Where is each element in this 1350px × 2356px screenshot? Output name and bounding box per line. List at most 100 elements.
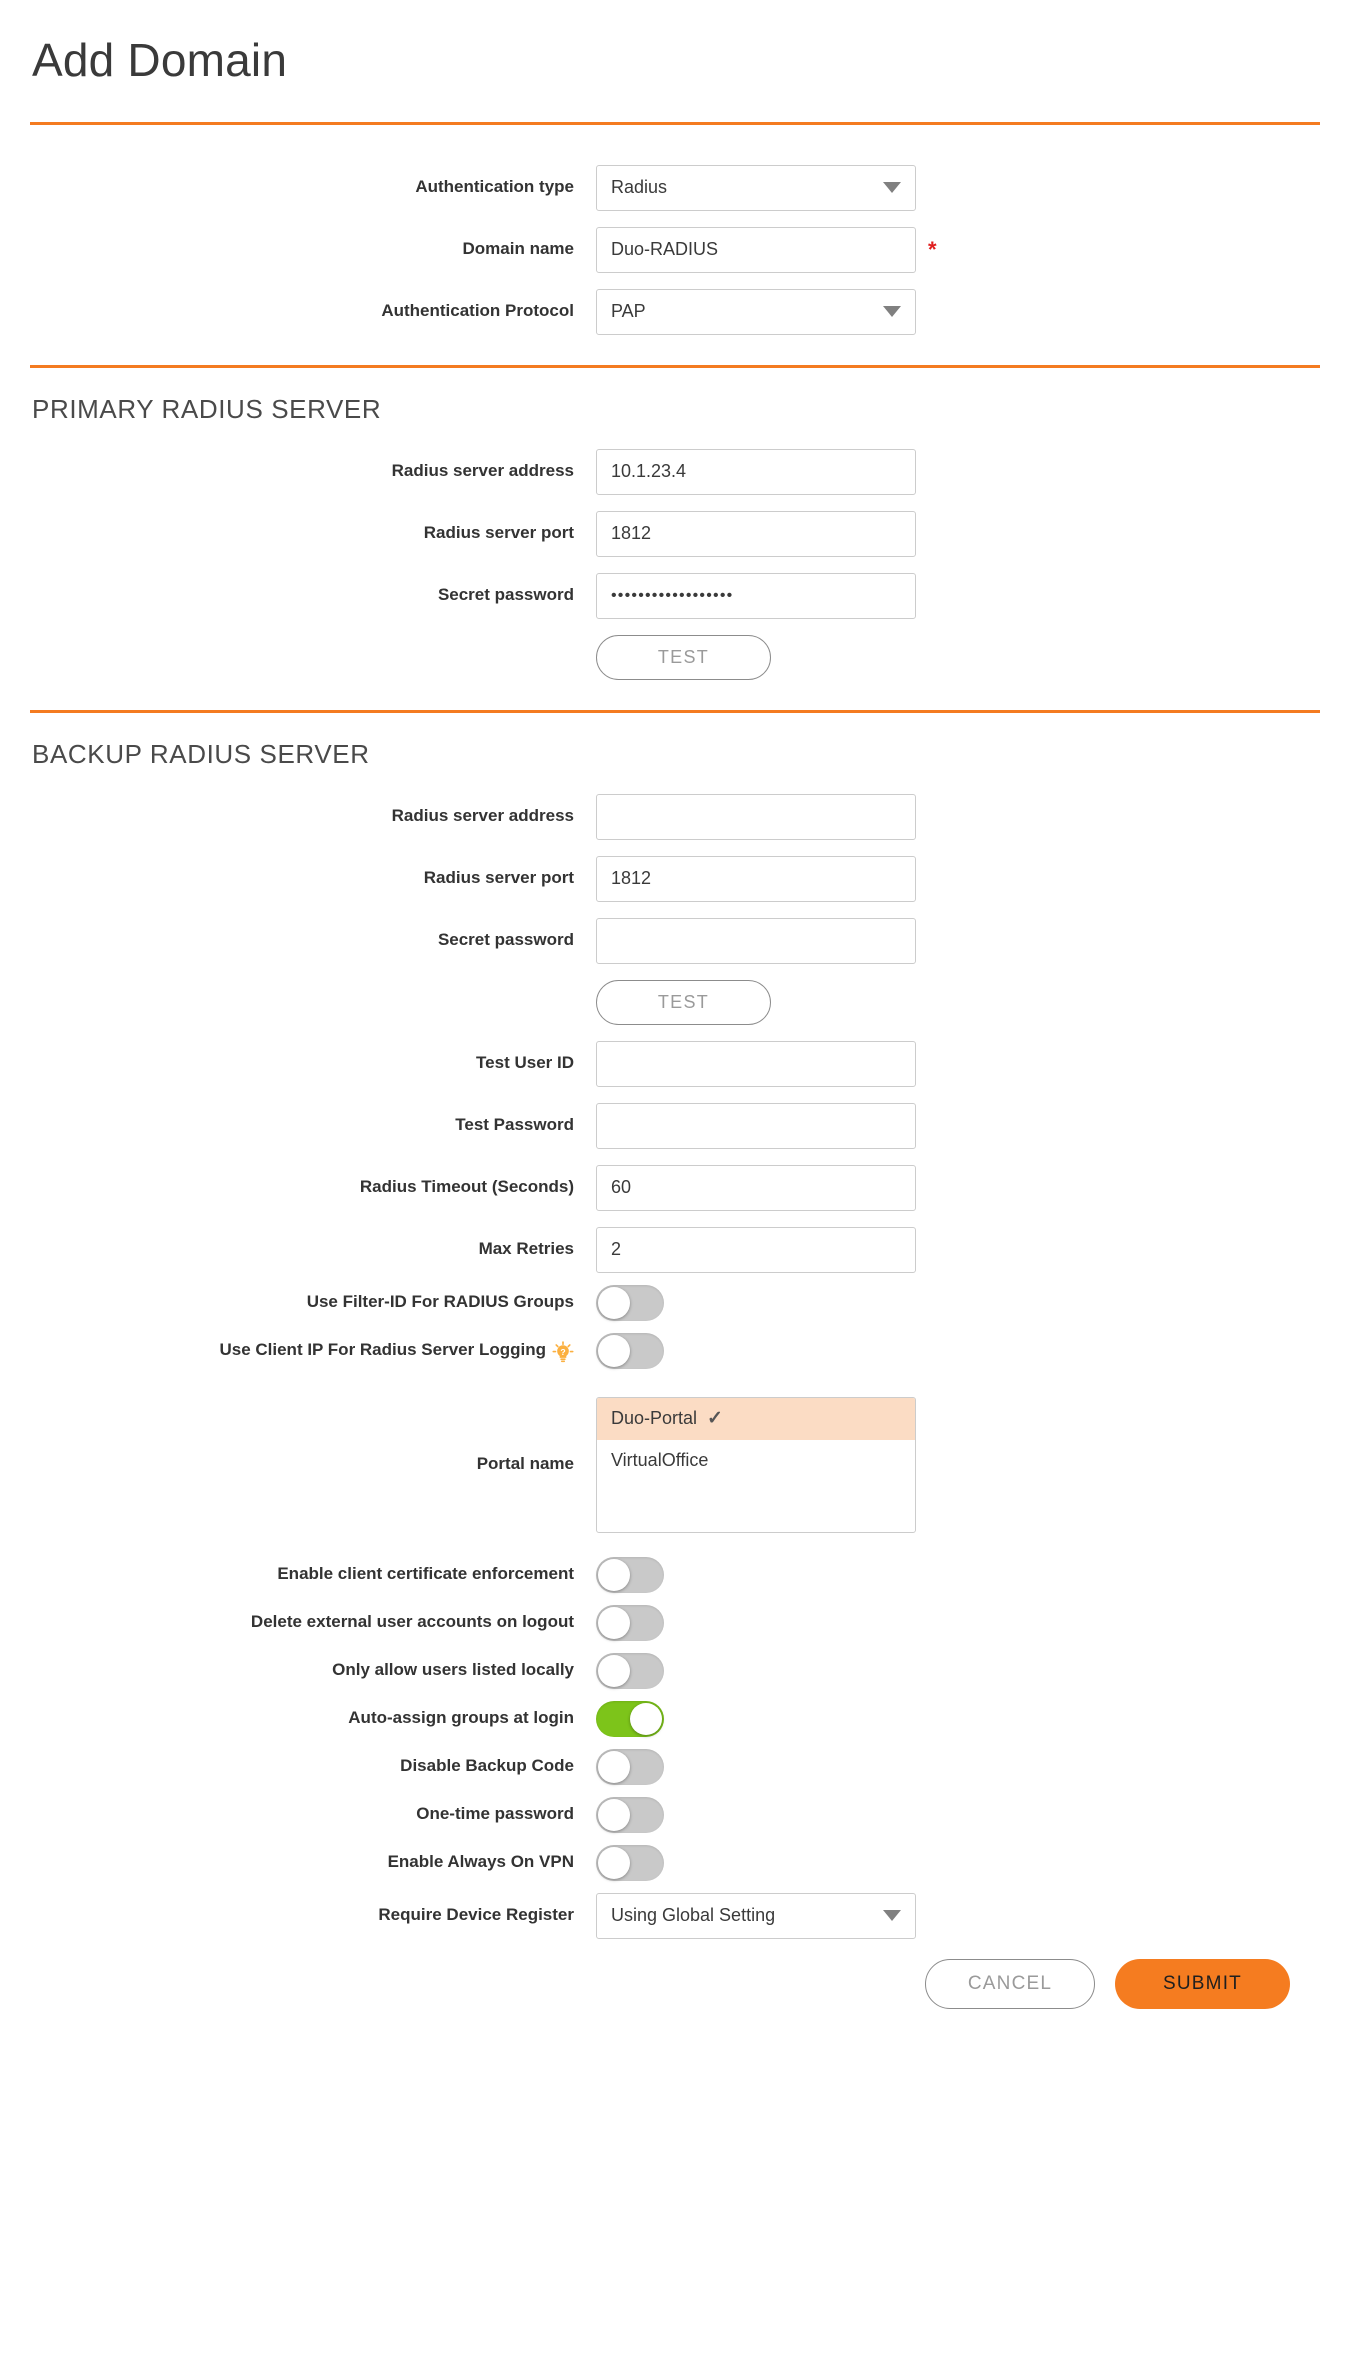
cancel-button[interactable]: CANCEL (925, 1958, 1095, 2009)
form-row-auto-assign-groups: Auto-assign groups at login (30, 1700, 1320, 1737)
backup-server-address-input[interactable] (596, 793, 916, 840)
primary-secret-password-value: •••••••••••••••••• (611, 586, 734, 604)
svg-text:?: ? (560, 1347, 565, 1357)
label-enable-always-on-vpn: Enable Always On VPN (387, 1852, 574, 1872)
form-row-authentication-type: Authentication type Radius (30, 164, 1320, 211)
domain-name-input[interactable] (596, 226, 916, 273)
primary-server-address-input[interactable] (596, 448, 916, 495)
form-row-only-allow-local-users: Only allow users listed locally (30, 1652, 1320, 1689)
use-client-ip-toggle[interactable] (596, 1332, 664, 1369)
form-row-disable-backup-code: Disable Backup Code (30, 1748, 1320, 1785)
toggle-knob (598, 1286, 630, 1319)
toggle-knob (598, 1798, 630, 1831)
chevron-down-icon (883, 306, 901, 317)
form-row-backup-server-address: Radius server address (30, 793, 1320, 840)
require-device-register-select[interactable]: Using Global Setting (596, 1892, 916, 1939)
enable-client-certificate-toggle[interactable] (596, 1556, 664, 1593)
toggle-knob (598, 1558, 630, 1591)
submit-button[interactable]: SUBMIT (1115, 1958, 1290, 2009)
radius-timeout-input[interactable] (596, 1164, 916, 1211)
label-require-device-register: Require Device Register (378, 1905, 574, 1925)
label-test-password: Test Password (455, 1115, 574, 1135)
max-retries-input[interactable] (596, 1226, 916, 1273)
form-row-primary-test: TEST (30, 634, 1320, 680)
primary-radius-server-section: PRIMARY RADIUS SERVER Radius server addr… (30, 394, 1320, 680)
form-row-delete-external-accounts: Delete external user accounts on logout (30, 1604, 1320, 1641)
primary-server-port-input[interactable] (596, 510, 916, 557)
only-allow-local-users-toggle[interactable] (596, 1652, 664, 1689)
delete-external-accounts-toggle[interactable] (596, 1604, 664, 1641)
enable-always-on-vpn-toggle[interactable] (596, 1844, 664, 1881)
general-section: Authentication type Radius Domain name *… (30, 164, 1320, 335)
portal-option-label: VirtualOffice (611, 1450, 709, 1470)
one-time-password-toggle[interactable] (596, 1796, 664, 1833)
form-row-backup-secret-password: Secret password (30, 917, 1320, 964)
toggle-knob (598, 1606, 630, 1639)
form-row-require-device-register: Require Device Register Using Global Set… (30, 1892, 1320, 1939)
form-row-enable-client-certificate: Enable client certificate enforcement (30, 1556, 1320, 1593)
backup-server-port-input[interactable] (596, 855, 916, 902)
portal-option-label: Duo-Portal (611, 1408, 698, 1428)
portal-name-listbox[interactable]: Duo-Portal ✓ VirtualOffice (596, 1396, 916, 1533)
page-title: Add Domain (32, 34, 288, 86)
label-backup-server-address: Radius server address (391, 806, 574, 826)
label-test-user-id: Test User ID (476, 1053, 574, 1073)
chevron-down-icon (883, 1910, 901, 1921)
form-row-test-password: Test Password (30, 1102, 1320, 1149)
authentication-type-select[interactable]: Radius (596, 164, 916, 211)
label-primary-server-port: Radius server port (423, 523, 574, 543)
form-row-portal-name: Portal name Duo-Portal ✓ VirtualOffice (30, 1396, 1320, 1533)
test-user-id-input[interactable] (596, 1040, 916, 1087)
label-authentication-type: Authentication type (415, 177, 574, 197)
primary-section-divider (30, 364, 1320, 368)
form-row-enable-always-on-vpn: Enable Always On VPN (30, 1844, 1320, 1881)
label-portal-name: Portal name (476, 1454, 574, 1474)
label-auto-assign-groups: Auto-assign groups at login (348, 1708, 574, 1728)
label-disable-backup-code: Disable Backup Code (400, 1756, 574, 1776)
form-row-domain-name: Domain name * (30, 226, 1320, 273)
toggle-knob (598, 1334, 630, 1367)
use-filter-id-toggle[interactable] (596, 1284, 664, 1321)
required-marker: * (928, 236, 937, 262)
label-primary-secret-password: Secret password (437, 585, 574, 605)
label-only-allow-local-users: Only allow users listed locally (332, 1660, 574, 1680)
require-device-register-value: Using Global Setting (611, 1905, 776, 1925)
form-row-primary-server-address: Radius server address (30, 448, 1320, 495)
form-row-max-retries: Max Retries (30, 1226, 1320, 1273)
header-divider (30, 121, 1320, 125)
form-row-use-filter-id: Use Filter-ID For RADIUS Groups (30, 1284, 1320, 1321)
form-row-primary-server-port: Radius server port (30, 510, 1320, 557)
form-row-test-user-id: Test User ID (30, 1040, 1320, 1087)
form-row-authentication-protocol: Authentication Protocol PAP (30, 288, 1320, 335)
label-domain-name: Domain name (462, 239, 574, 259)
label-radius-timeout: Radius Timeout (Seconds) (359, 1177, 574, 1197)
form-row-radius-timeout: Radius Timeout (Seconds) (30, 1164, 1320, 1211)
form-row-backup-test: TEST (30, 979, 1320, 1025)
label-primary-server-address: Radius server address (391, 461, 574, 481)
label-backup-secret-password: Secret password (437, 930, 574, 950)
primary-test-button[interactable]: TEST (596, 634, 771, 680)
form-actions: CANCEL SUBMIT (30, 1958, 1320, 2009)
label-use-client-ip: Use Client IP For Radius Server Logging (219, 1340, 546, 1360)
label-max-retries: Max Retries (478, 1239, 574, 1259)
portal-option-duo-portal[interactable]: Duo-Portal ✓ (597, 1397, 915, 1440)
primary-radius-server-heading: PRIMARY RADIUS SERVER (32, 393, 382, 424)
test-password-input[interactable] (596, 1102, 916, 1149)
form-row-one-time-password: One-time password (30, 1796, 1320, 1833)
disable-backup-code-toggle[interactable] (596, 1748, 664, 1785)
form-row-primary-secret-password: Secret password •••••••••••••••••• (30, 572, 1320, 619)
portal-option-virtualoffice[interactable]: VirtualOffice (597, 1440, 915, 1482)
auto-assign-groups-toggle[interactable] (596, 1700, 664, 1737)
toggle-knob (598, 1750, 630, 1783)
backup-test-button[interactable]: TEST (596, 979, 771, 1025)
lightbulb-help-icon[interactable]: ? (552, 1340, 574, 1363)
toggle-knob (630, 1702, 662, 1735)
check-icon: ✓ (707, 1408, 723, 1429)
primary-secret-password-input[interactable]: •••••••••••••••••• (596, 572, 916, 619)
label-one-time-password: One-time password (416, 1804, 574, 1824)
toggle-knob (598, 1846, 630, 1879)
backup-secret-password-input[interactable] (596, 917, 916, 964)
toggle-knob (598, 1654, 630, 1687)
backup-radius-server-section: BACKUP RADIUS SERVER Radius server addre… (30, 739, 1320, 1939)
authentication-protocol-select[interactable]: PAP (596, 288, 916, 335)
